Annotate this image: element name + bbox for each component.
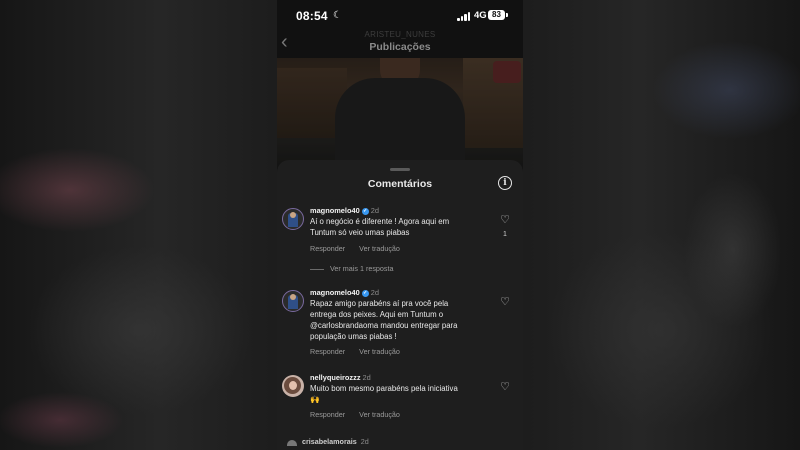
network-type: 4G [474,10,487,21]
translate-button[interactable]: Ver tradução [359,244,400,253]
post-photo [277,58,523,168]
reply-button[interactable]: Responder [310,347,345,356]
comment-author[interactable]: magnomelo40 [310,288,360,297]
translate-button[interactable]: Ver tradução [359,347,400,356]
heart-icon[interactable]: ♡ [499,381,511,393]
phone-screen: 08:54 ☾ 4G 83 ‹ ARISTEU_NUNES Publicaçõe… [277,0,523,450]
comment-text: Aí o negócio é diferente ! Agora aqui em… [310,217,450,237]
view-replies-button[interactable]: Ver mais 1 resposta [310,264,394,273]
comment-text: Rapaz amigo parabéns aí pra você pela en… [310,299,458,341]
like-count: 1 [503,231,507,238]
comment-age: 2d [370,206,379,215]
reply-button[interactable]: Responder [310,410,345,419]
header-username: ARISTEU_NUNES [364,30,436,39]
avatar[interactable] [282,375,304,397]
signal-icon [457,12,471,21]
verified-badge-icon: ✓ [361,289,369,297]
avatar[interactable] [282,290,304,312]
status-time: 08:54 [296,9,328,23]
comment-text: Muito bom mesmo parabéns pela iniciativa… [310,384,458,404]
heart-icon[interactable]: ♡ [499,296,511,308]
verified-badge-icon: ✓ [361,207,369,215]
battery-icon: 83 [488,10,508,20]
avatar[interactable] [282,208,304,230]
comment-age: 2d [360,437,369,446]
moon-icon: ☾ [333,10,342,21]
reply-button[interactable]: Responder [310,244,345,253]
translate-button[interactable]: Ver tradução [359,410,400,419]
comment-age: 2d [370,288,379,297]
view-replies-label: Ver mais 1 resposta [330,264,394,273]
comment-age: 2d [362,373,371,382]
avatar[interactable] [287,440,297,446]
status-bar: 08:54 ☾ 4G 83 [277,0,523,30]
comment-author[interactable]: magnomelo40 [310,206,360,215]
comment-item-partial: crisabelamorais 2d [287,437,369,446]
header-title: Publicações [369,41,431,53]
heart-icon[interactable]: ♡ [499,214,511,226]
post-header: ‹ ARISTEU_NUNES Publicações [277,28,523,58]
comment-author[interactable]: nellyqueirozzz [310,373,361,382]
info-icon[interactable]: i [498,176,512,190]
comment-author[interactable]: crisabelamorais [302,437,357,446]
comments-sheet: Comentários i magnomelo40 ✓ 2d Aí o negóci… [277,160,523,450]
drag-handle[interactable] [390,168,410,171]
sheet-title: Comentários [367,178,433,190]
